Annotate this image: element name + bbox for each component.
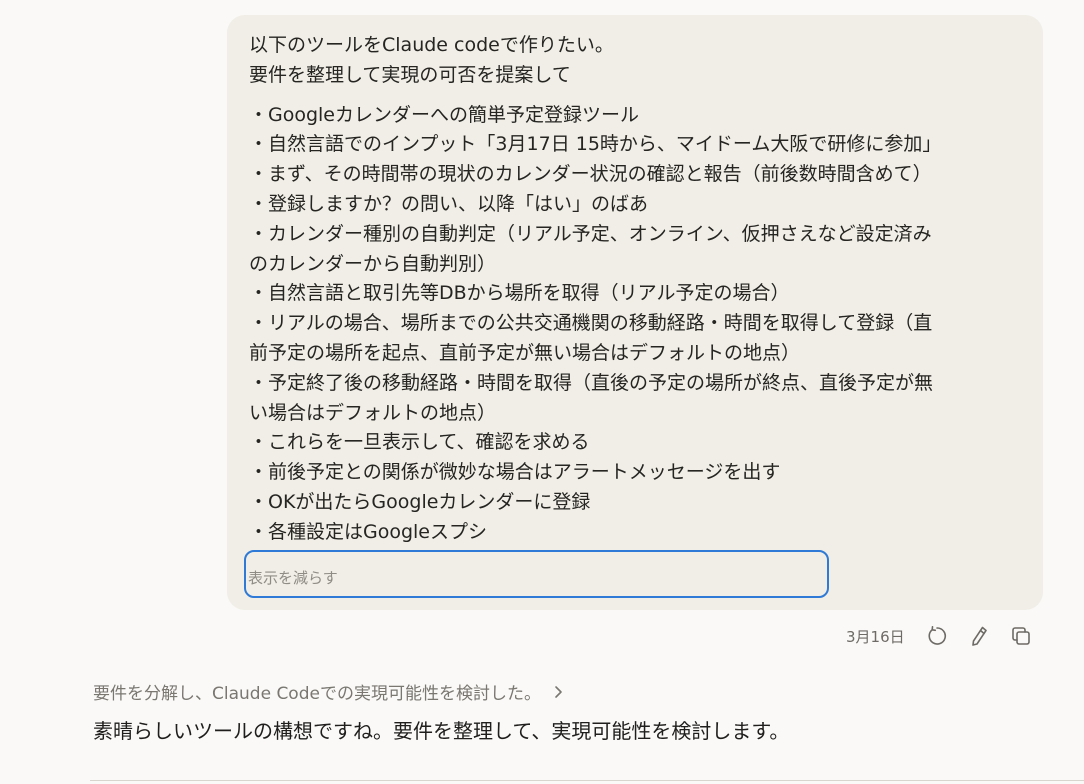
message-line: ・自然言語と取引先等DBから場所を取得（リアル予定の場合） xyxy=(249,282,790,305)
message-date: 3月16日 xyxy=(846,627,905,646)
message-line: ・各種設定はGoogleスプシ xyxy=(249,520,488,543)
copy-icon[interactable] xyxy=(1007,622,1035,650)
edit-icon[interactable] xyxy=(965,622,993,650)
message-line: ・登録しますか？の問い、以降「はい」のばあ xyxy=(249,192,649,215)
divider xyxy=(90,780,1084,781)
message-line: い場合はデフォルトの地点） xyxy=(249,401,497,424)
thinking-summary-toggle[interactable]: 要件を分解し、Claude Codeでの実現可能性を検討した。 xyxy=(93,679,563,704)
user-message-bubble: 以下のツールをClaude codeで作りたい。 要件を整理して実現の可否を提案… xyxy=(227,15,1043,610)
chat-page: 以下のツールをClaude codeで作りたい。 要件を整理して実現の可否を提案… xyxy=(0,0,1084,784)
message-line: ・まず、その時間帯の現状のカレンダー状況の確認と報告（前後数時間含めて） xyxy=(249,163,932,186)
message-line: ・Googleカレンダーへの簡単予定登録ツール xyxy=(249,103,640,126)
message-line: ・自然言語でのインプット「3月17日 15時から、マイドーム大阪で研修に参加」 xyxy=(249,133,942,156)
show-less-button[interactable]: 表示を減らす xyxy=(244,550,829,598)
assistant-response-text: 素晴らしいツールの構想ですね。要件を整理して、実現可能性を検討します。 xyxy=(93,719,790,743)
message-line: 前予定の場所を起点、直前予定が無い場合はデフォルトの地点） xyxy=(249,341,801,364)
message-line: ・これらを一旦表示して、確認を求める xyxy=(249,431,590,454)
message-line: ・カレンダー種別の自動判定（リアル予定、オンライン、仮押さえなど設定済み xyxy=(249,222,932,245)
message-line: のカレンダーから自動判別） xyxy=(249,252,497,275)
message-line: ・前後予定との関係が微妙な場合はアラートメッセージを出す xyxy=(249,461,781,484)
user-message-text: 以下のツールをClaude codeで作りたい。 要件を整理して実現の可否を提案… xyxy=(249,31,1029,548)
retry-icon[interactable] xyxy=(923,622,951,650)
message-line: ・OKが出たらGoogleカレンダーに登録 xyxy=(249,490,591,513)
thinking-summary-text: 要件を分解し、Claude Codeでの実現可能性を検討した。 xyxy=(93,684,541,704)
message-line: ・リアルの場合、場所までの公共交通機関の移動経路・時間を取得して登録（直 xyxy=(249,312,933,335)
chevron-right-icon xyxy=(553,685,563,699)
message-line: 要件を整理して実現の可否を提案して xyxy=(249,63,571,86)
message-actions: 3月16日 xyxy=(846,622,1049,650)
message-line: 以下のツールをClaude codeで作りたい。 xyxy=(249,34,614,56)
message-line: ・予定終了後の移動経路・時間を取得（直後の予定の場所が終点、直後予定が無 xyxy=(249,371,934,394)
